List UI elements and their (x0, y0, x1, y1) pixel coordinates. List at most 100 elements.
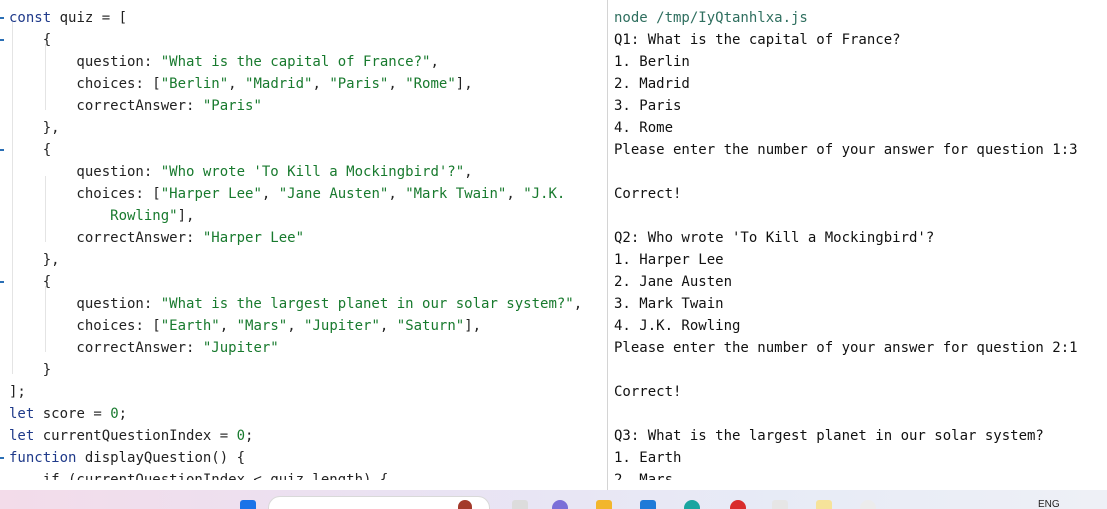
windows-start-icon[interactable] (240, 500, 256, 509)
output-line: 3. Paris (614, 98, 682, 114)
code-token: = (93, 406, 102, 422)
code-token: }, (9, 252, 60, 268)
code-token: : (143, 296, 161, 312)
app-icon-5[interactable] (816, 500, 832, 509)
code-token: , (388, 186, 406, 202)
output-line: Correct! (614, 186, 682, 202)
code-token: , (219, 318, 237, 334)
output-line: 1. Harper Lee (614, 252, 724, 268)
output-line: 3. Mark Twain (614, 296, 724, 312)
code-line[interactable]: { (9, 139, 51, 161)
code-token: quiz (51, 10, 102, 26)
fold-marker[interactable] (0, 281, 4, 283)
code-line[interactable]: correctAnswer: "Jupiter" (9, 337, 278, 359)
file-explorer-icon[interactable] (596, 500, 612, 509)
output-line: 2. Jane Austen (614, 274, 733, 290)
code-token: , (379, 318, 397, 334)
code-token: }, (9, 120, 60, 136)
output-line: 2. Madrid (614, 76, 690, 92)
code-line[interactable]: question: "What is the largest planet in… (9, 293, 582, 315)
code-token: { (9, 274, 52, 290)
code-token: score (34, 406, 94, 422)
code-token: = (101, 10, 111, 26)
taskbar: ENG (0, 490, 1107, 509)
code-line[interactable]: let currentQuestionIndex = 0; (9, 425, 253, 447)
code-line[interactable]: choices: ["Berlin", "Madrid", "Paris", "… (9, 73, 472, 95)
app-icon-2[interactable] (512, 500, 528, 509)
code-line[interactable]: }, (9, 249, 60, 271)
output-console[interactable]: node /tmp/IyQtanhlxa.js Q1: What is the … (608, 0, 1107, 480)
code-token: , (312, 76, 330, 92)
code-line[interactable]: Rowling"], (9, 205, 194, 227)
code-token: choices (9, 186, 136, 202)
code-token: "Mars" (236, 318, 288, 334)
code-line[interactable]: correctAnswer: "Harper Lee" (9, 227, 304, 249)
code-line[interactable]: choices: ["Harper Lee", "Jane Austen", "… (9, 183, 565, 205)
fold-marker[interactable] (0, 39, 4, 41)
run-command: node /tmp/IyQtanhlxa.js (614, 10, 808, 26)
output-line: 4. Rome (614, 120, 674, 136)
app-icon-1[interactable] (458, 500, 472, 509)
chrome-icon[interactable] (730, 500, 746, 509)
code-token: : [ (135, 76, 161, 92)
code-line[interactable]: let score = 0; (9, 403, 127, 425)
code-token: if (currentQuestionIndex < quiz.length) … (9, 472, 389, 480)
store-icon[interactable] (640, 500, 656, 509)
code-token: , (573, 296, 583, 312)
code-editor[interactable]: const quiz = [ { question: "What is the … (0, 0, 607, 480)
code-token: : (186, 230, 203, 246)
app-icon-3[interactable] (552, 500, 568, 509)
code-line[interactable]: correctAnswer: "Paris" (9, 95, 261, 117)
code-token: "Berlin" (160, 76, 229, 92)
language-indicator[interactable]: ENG (1038, 499, 1060, 509)
code-token: 0 (110, 406, 119, 422)
app-icon-4[interactable] (772, 500, 788, 509)
code-line[interactable]: } (9, 359, 51, 381)
code-token: ]; (9, 384, 26, 400)
code-line[interactable]: function displayQuestion() { (9, 447, 245, 469)
code-token: "Harper Lee" (160, 186, 262, 202)
output-line: Please enter the number of your answer f… (614, 142, 1078, 158)
code-line[interactable]: if (currentQuestionIndex < quiz.length) … (9, 469, 389, 480)
code-token: "Mark Twain" (405, 186, 507, 202)
code-token: , (287, 318, 305, 334)
code-token: "What is the largest planet in our solar… (160, 296, 574, 312)
code-line[interactable]: const quiz = [ (9, 7, 127, 29)
app-icon-6[interactable] (860, 500, 876, 509)
code-line[interactable]: question: "What is the capital of France… (9, 51, 439, 73)
code-token: "Madrid" (245, 76, 313, 92)
code-token: currentQuestionIndex (34, 428, 220, 444)
code-token: "Who wrote 'To Kill a Mockingbird'?" (160, 164, 465, 180)
code-token: question (9, 164, 144, 180)
output-line: Please enter the number of your answer f… (614, 340, 1078, 356)
output-line: 4. J.K. Rowling (614, 318, 741, 334)
code-token: { (9, 32, 52, 48)
code-token: ; (245, 428, 254, 444)
code-token: } (9, 362, 52, 378)
code-token: choices (9, 318, 136, 334)
code-line[interactable]: }, (9, 117, 60, 139)
code-token: [ (110, 10, 128, 26)
code-token: "Harper Lee" (202, 230, 305, 246)
code-line[interactable]: choices: ["Earth", "Mars", "Jupiter", "S… (9, 315, 481, 337)
code-token: , (506, 186, 524, 202)
code-token: 0 (236, 428, 246, 444)
code-token: ], (177, 208, 195, 224)
code-token: : (186, 98, 203, 114)
code-line[interactable]: { (9, 271, 51, 293)
edge-icon[interactable] (684, 500, 700, 509)
code-token: , (430, 54, 439, 70)
fold-marker[interactable] (0, 457, 4, 459)
code-line[interactable]: { (9, 29, 51, 51)
code-line[interactable]: ]; (9, 381, 26, 403)
code-token: , (228, 76, 246, 92)
code-token: "Rome" (405, 76, 456, 92)
fold-marker[interactable] (0, 149, 4, 151)
search-box[interactable] (268, 496, 490, 509)
code-line[interactable]: question: "Who wrote 'To Kill a Mockingb… (9, 161, 472, 183)
fold-marker[interactable] (0, 17, 4, 19)
code-token: let (9, 428, 35, 444)
code-token: "Jane Austen" (278, 186, 389, 202)
output-line: 1. Berlin (614, 54, 690, 70)
code-token: "J.K. (523, 186, 566, 202)
